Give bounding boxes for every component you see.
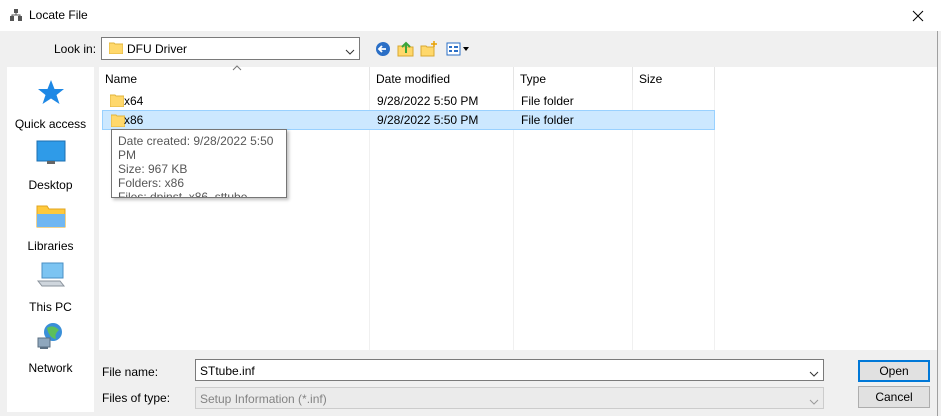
tooltip-line: PM: [118, 148, 136, 162]
up-folder-button[interactable]: [397, 40, 415, 58]
column-header-size[interactable]: Size: [633, 67, 715, 90]
folder-icon: [110, 114, 126, 130]
column-label: Date modified: [376, 72, 451, 86]
folder-icon: [109, 94, 125, 110]
view-menu-button[interactable]: [445, 40, 471, 58]
filetype-value: Setup Information (*.inf): [200, 392, 327, 406]
close-icon: [912, 10, 924, 21]
place-label: Libraries: [27, 239, 74, 253]
place-desktop[interactable]: Desktop: [7, 138, 94, 194]
sort-ascending-icon: [232, 65, 242, 71]
app-icon: [9, 8, 23, 22]
title-bar: Locate File: [0, 0, 941, 31]
desktop-icon: [35, 138, 67, 168]
chevron-down-icon[interactable]: [809, 366, 819, 380]
column-label: Name: [105, 72, 138, 86]
folder-icon: [108, 42, 124, 57]
place-label: This PC: [29, 300, 72, 314]
column-header-type[interactable]: Type: [514, 67, 633, 90]
lookin-label: Look in:: [54, 42, 97, 56]
column-header-name[interactable]: Name: [99, 65, 370, 90]
file-name: x86: [124, 113, 144, 127]
file-list[interactable]: Name Date modified Type Size x64 9/28/20…: [99, 65, 937, 350]
chevron-down-icon[interactable]: [345, 44, 355, 58]
file-row[interactable]: x64 9/28/2022 5:50 PM File folder: [102, 91, 715, 111]
chevron-down-icon[interactable]: [809, 394, 819, 408]
libraries-icon: [35, 199, 67, 229]
file-type: File folder: [521, 94, 574, 108]
new-folder-icon: [420, 41, 437, 57]
place-label: Desktop: [28, 178, 73, 192]
filetype-select[interactable]: Setup Information (*.inf): [195, 387, 824, 409]
tooltip-line: Date created: 9/28/2022 5:50: [118, 134, 274, 148]
filename-input[interactable]: STtube.inf: [195, 359, 824, 381]
back-button[interactable]: [374, 40, 392, 58]
up-folder-icon: [397, 41, 414, 57]
dialog-edge: [937, 31, 938, 416]
column-header-date[interactable]: Date modified: [370, 67, 514, 90]
network-icon: [35, 321, 67, 351]
window-title: Locate File: [29, 8, 88, 22]
place-this-pc[interactable]: This PC: [7, 260, 94, 316]
computer-icon: [35, 260, 67, 290]
place-libraries[interactable]: Libraries: [7, 199, 94, 255]
filename-value: STtube.inf: [200, 364, 255, 378]
place-label: Quick access: [14, 117, 87, 131]
column-label: Type: [520, 72, 547, 86]
file-date: 9/28/2022 5:50 PM: [377, 94, 479, 108]
filetype-label: Files of type:: [102, 391, 171, 405]
tooltip-line: Size: 967 KB: [118, 162, 188, 176]
tooltip-line: Files: dpinst_x86, sttube: [118, 190, 248, 198]
file-date: 9/28/2022 5:50 PM: [377, 113, 479, 127]
open-button[interactable]: Open: [858, 360, 930, 382]
column-label: Size: [639, 72, 663, 86]
lookin-combo[interactable]: DFU Driver: [101, 37, 360, 60]
new-folder-button[interactable]: [420, 40, 438, 58]
tooltip-line: Folders: x86: [118, 176, 185, 190]
view-menu-icon: [446, 42, 469, 56]
file-name: x64: [124, 94, 144, 108]
cancel-button[interactable]: Cancel: [858, 386, 930, 408]
back-icon: [376, 42, 390, 56]
lookin-value: DFU Driver: [127, 42, 187, 56]
file-type: File folder: [521, 113, 574, 127]
star-icon: [35, 77, 67, 107]
close-button[interactable]: [895, 0, 941, 31]
folder-info-tooltip: Date created: 9/28/2022 5:50 PM Size: 96…: [111, 129, 287, 198]
filename-label: File name:: [102, 365, 159, 379]
place-quick-access[interactable]: Quick access: [7, 77, 94, 133]
places-bar: Quick access Desktop Libraries This PC N…: [7, 67, 94, 412]
place-network[interactable]: Network: [7, 321, 94, 377]
place-label: Network: [28, 361, 73, 375]
file-row-selected[interactable]: x86 9/28/2022 5:50 PM File folder: [102, 110, 715, 130]
